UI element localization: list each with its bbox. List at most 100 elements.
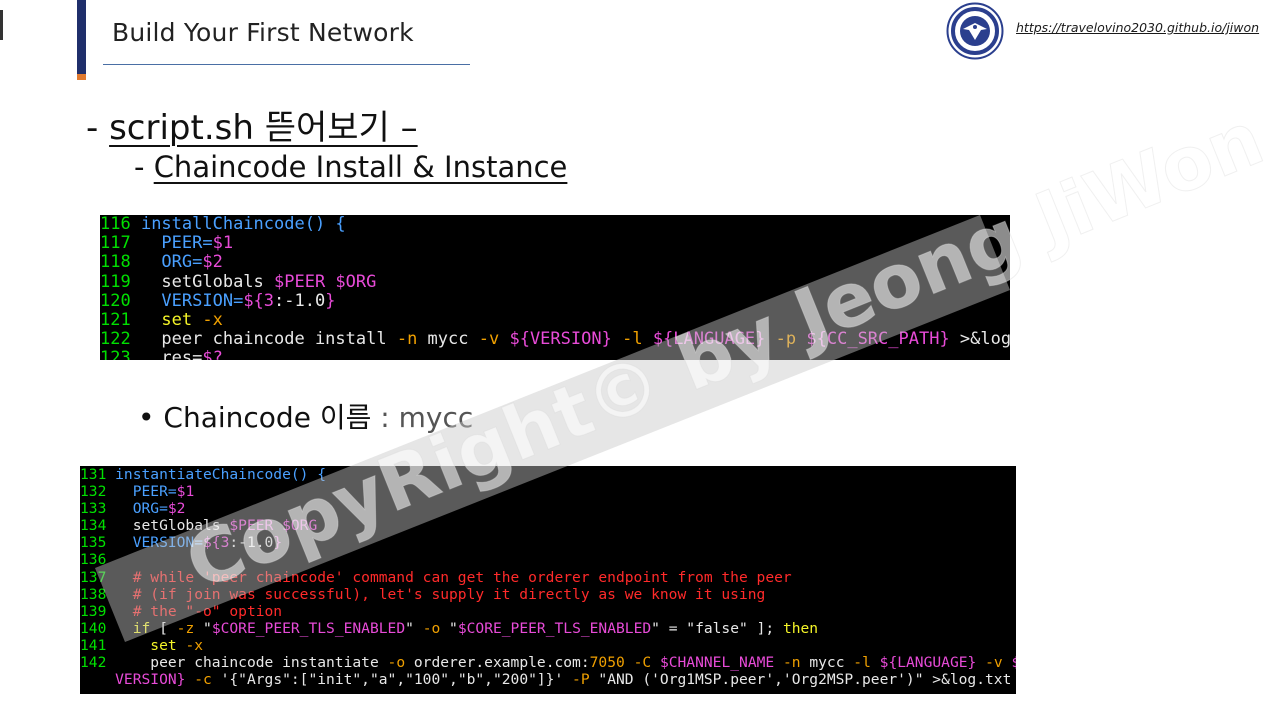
bullet-dot: • bbox=[138, 401, 164, 434]
line-number: 122 bbox=[100, 329, 131, 350]
line-number: 140 bbox=[80, 619, 107, 637]
bullet-chaincode-name: • Chaincode 이름 : mycc bbox=[138, 396, 473, 436]
code-token: -x bbox=[185, 636, 204, 654]
code-token: VERSION= bbox=[106, 534, 204, 552]
code-token: setGlobals bbox=[106, 517, 230, 535]
code-token: -o bbox=[387, 654, 406, 672]
code-token: ORG= bbox=[130, 252, 203, 273]
title-accent-bar bbox=[77, 0, 86, 78]
code-token: -z bbox=[176, 619, 195, 637]
code-token: $PEER $ORG bbox=[274, 271, 377, 292]
code-token: [ bbox=[150, 619, 177, 637]
code-line: 122 peer chaincode install -n mycc -v ${… bbox=[100, 330, 1010, 349]
code-line: 119 setGlobals $PEER $ORG bbox=[100, 271, 1010, 292]
code-token: -v bbox=[478, 329, 500, 350]
code-token: if bbox=[106, 619, 151, 637]
code-line: VERSION} -c '{"Args":["init","a","100","… bbox=[80, 671, 1016, 688]
line-number: 142 bbox=[80, 654, 107, 672]
code-token: -l bbox=[853, 654, 871, 672]
code-token: $PEER $ORG bbox=[229, 517, 318, 535]
code-token: '{"Args":["init","a","100","b","200"]}' bbox=[211, 671, 573, 689]
code-token: :-1.0 bbox=[229, 534, 274, 552]
code-line: 123 res=$? bbox=[100, 349, 1010, 360]
code-token: ${LANGUAGE} bbox=[879, 654, 977, 672]
code-token: # while 'peer chaincode' command can get… bbox=[106, 568, 792, 586]
code-token: # the "-o" option bbox=[106, 602, 283, 620]
code-line: 117 PEER=$1 bbox=[100, 234, 1010, 253]
code-token: -p bbox=[775, 329, 797, 350]
line-number: 120 bbox=[100, 290, 131, 311]
line-number: 116 bbox=[100, 215, 131, 234]
subheading-dash: - bbox=[134, 150, 154, 184]
code-token: then bbox=[782, 619, 819, 637]
code-block-instantiate: 131 instantiateChaincode() {132 PEER=$1 1… bbox=[80, 466, 1016, 694]
code-line: 136 bbox=[80, 551, 1016, 568]
code-token: -P bbox=[572, 671, 590, 689]
line-number: 123 bbox=[100, 348, 131, 360]
code-line: 131 instantiateChaincode() { bbox=[80, 466, 1016, 483]
code-token: orderer.example.com: bbox=[405, 654, 590, 672]
code-token: res= bbox=[130, 348, 203, 360]
code-token: $2 bbox=[167, 500, 186, 518]
line-number: 135 bbox=[80, 534, 107, 552]
code-line: 121 set -x bbox=[100, 309, 1010, 330]
title-accent-tip bbox=[77, 74, 86, 80]
heading-dash: - bbox=[86, 108, 110, 148]
code-token: } bbox=[273, 534, 283, 552]
line-number: 134 bbox=[80, 517, 107, 535]
code-line: 142 peer chaincode instantiate -o ordere… bbox=[80, 654, 1016, 671]
code-token: -v bbox=[985, 654, 1003, 672]
code-line: 140 if [ -z "$CORE_PEER_TLS_ENABLED" -o … bbox=[80, 620, 1016, 637]
code-line: 134 setGlobals $PEER $ORG bbox=[80, 517, 1016, 534]
code-token: ${VERSION} bbox=[509, 329, 612, 350]
code-token: -l bbox=[622, 329, 643, 350]
code-line: 116 installChaincode() { bbox=[100, 215, 1010, 234]
subheading-text: Chaincode Install & Instance bbox=[153, 150, 568, 184]
line-number: 131 bbox=[80, 466, 107, 483]
line-number: 139 bbox=[80, 602, 107, 620]
code-token: -x bbox=[202, 309, 223, 330]
code-token: $? bbox=[202, 348, 223, 360]
code-line: 133 ORG=$2 bbox=[80, 500, 1016, 517]
line-number: 136 bbox=[80, 551, 107, 569]
code-token: -o bbox=[422, 619, 441, 637]
code-token: " bbox=[440, 619, 458, 637]
code-token: ORG= bbox=[106, 500, 168, 518]
code-token: $CHANNEL_NAME bbox=[659, 654, 775, 672]
heading-text: script.sh 뜯어보기 – bbox=[109, 108, 418, 148]
code-token: ${LANGUAGE} bbox=[652, 329, 766, 350]
line-number: 133 bbox=[80, 500, 107, 518]
code-token: set bbox=[106, 636, 186, 654]
code-line: 139 # the "-o" option bbox=[80, 603, 1016, 620]
code-token: " = "false" ]; bbox=[651, 619, 783, 637]
code-token: installChaincode() { bbox=[130, 215, 346, 234]
author-link[interactable]: https://travelovino2030.github.io/jiwon bbox=[1016, 20, 1259, 35]
code-token: PEER= bbox=[106, 483, 177, 501]
code-token: -C bbox=[633, 654, 652, 672]
code-token: ${3 bbox=[203, 534, 230, 552]
code-token: " bbox=[194, 619, 212, 637]
bullet-label: Chaincode 이름 bbox=[163, 401, 372, 434]
code-token: 7050 bbox=[589, 654, 625, 672]
subsection-heading: - Chaincode Install & Instance bbox=[134, 150, 567, 184]
section-heading: - script.sh 뜯어보기 – bbox=[86, 100, 418, 149]
code-token: # (if join was successful), let's supply… bbox=[106, 585, 766, 603]
code-token: peer chaincode install bbox=[130, 329, 397, 350]
code-block-install: 116 installChaincode() {117 PEER=$1 118 O… bbox=[100, 215, 1010, 360]
line-number: 138 bbox=[80, 585, 107, 603]
code-token: mycc bbox=[800, 654, 854, 672]
code-line: 137 # while 'peer chaincode' command can… bbox=[80, 569, 1016, 586]
code-token: } bbox=[325, 290, 336, 311]
code-token: :-1.0 bbox=[274, 290, 326, 311]
line-number: 118 bbox=[100, 252, 131, 273]
slide-title: Build Your First Network bbox=[112, 18, 414, 47]
code-line: 138 # (if join was successful), let's su… bbox=[80, 586, 1016, 603]
